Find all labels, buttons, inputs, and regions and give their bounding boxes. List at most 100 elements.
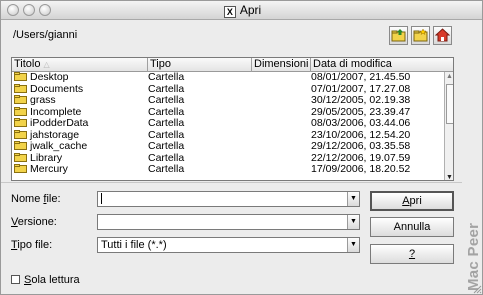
table-row[interactable]: grass Cartella 30/12/2005, 02.19.38 (12, 95, 444, 107)
home-icon (435, 28, 450, 42)
file-name-cell: jahstorage (14, 129, 146, 142)
file-type-cell: Cartella (148, 141, 185, 152)
resize-grip-icon[interactable] (471, 283, 482, 294)
open-button-mnemonic: A (402, 195, 410, 207)
readonly-label: ola lettura (31, 274, 80, 286)
chevron-down-icon[interactable]: ▼ (347, 238, 359, 252)
file-date-cell: 23/10/2006, 12.54.20 (311, 129, 411, 141)
table-row[interactable]: Incomplete Cartella 29/05/2005, 23.39.47 (12, 106, 444, 119)
filetype-label: Tipo file: (11, 239, 53, 251)
table-header: Titolo △ Tipo Dimensioni Data di modifica (12, 58, 453, 72)
file-name: grass (30, 95, 56, 106)
folder-icon (14, 152, 27, 162)
file-type-cell: Cartella (148, 152, 185, 164)
folder-icon (14, 164, 27, 173)
column-header-type[interactable]: Tipo (148, 58, 252, 72)
folder-icon (14, 118, 27, 127)
file-type-cell: Cartella (148, 95, 185, 106)
file-name: jahstorage (30, 129, 80, 141)
new-folder-button[interactable] (411, 26, 430, 45)
window-title: Apri (239, 3, 262, 17)
file-type-cell: Cartella (148, 118, 185, 129)
filename-label: Nome file: (11, 193, 61, 205)
scroll-thumb[interactable] (446, 84, 453, 124)
table-row[interactable]: jwalk_cache Cartella 29/12/2006, 03.35.5… (12, 141, 444, 153)
file-date-cell: 08/01/2007, 21.45.50 (311, 72, 411, 83)
file-name-cell: Mercury (14, 164, 146, 176)
file-name: Library (30, 152, 63, 164)
column-header-title[interactable]: Titolo △ (12, 58, 148, 72)
column-header-modified[interactable]: Data di modifica (311, 58, 444, 72)
cancel-button[interactable]: Annulla (370, 217, 454, 237)
version-select[interactable]: ▼ (97, 214, 360, 230)
file-type-cell: Cartella (148, 83, 185, 95)
scroll-up-icon[interactable]: ▲ (446, 73, 453, 80)
file-name-cell: Desktop (14, 72, 146, 84)
new-folder-icon (413, 28, 428, 42)
open-button[interactable]: Apri (370, 191, 454, 211)
vertical-scrollbar[interactable]: ▲ ▼ (444, 72, 453, 180)
folder-icon (14, 106, 27, 116)
column-header-title-label: Titolo (14, 58, 41, 70)
file-type-cell: Cartella (148, 72, 185, 83)
file-date-cell: 29/12/2006, 03.35.58 (311, 141, 411, 152)
help-button[interactable]: ? (370, 244, 454, 264)
text-caret (101, 193, 102, 204)
folder-icon (14, 95, 27, 104)
mac-peer-watermark: Mac Peer (465, 222, 482, 291)
folder-icon (14, 83, 27, 93)
x11-app-icon: X (223, 6, 236, 18)
file-date-cell: 07/01/2007, 17.27.08 (311, 83, 411, 95)
current-path: /Users/gianni (13, 29, 78, 41)
sort-ascending-icon: △ (43, 60, 50, 69)
title-bar[interactable]: X Apri (1, 1, 482, 20)
version-label: Versione: (11, 216, 57, 228)
help-button-label: ? (408, 248, 416, 260)
folder-up-button[interactable] (389, 26, 408, 45)
folder-icon (14, 141, 27, 150)
folder-icon (14, 129, 27, 139)
file-date-cell: 17/09/2006, 18.20.52 (311, 164, 411, 175)
table-row[interactable]: Library Cartella 22/12/2006, 19.07.59 (12, 152, 444, 165)
filetype-select[interactable]: Tutti i file (*.*) ▼ (97, 237, 360, 253)
file-name-cell: jwalk_cache (14, 141, 146, 153)
file-date-cell: 29/05/2005, 23.39.47 (311, 106, 411, 118)
file-type-cell: Cartella (148, 129, 185, 141)
file-name: iPodderData (30, 118, 89, 129)
file-name: jwalk_cache (30, 141, 88, 152)
column-header-size[interactable]: Dimensioni (252, 58, 311, 72)
home-button[interactable] (433, 26, 452, 45)
file-name-cell: Library (14, 152, 146, 165)
table-row[interactable]: Desktop Cartella 08/01/2007, 21.45.50 (12, 72, 444, 84)
file-date-cell: 22/12/2006, 19.07.59 (311, 152, 411, 164)
file-type-cell: Cartella (148, 164, 185, 175)
file-table: Titolo △ Tipo Dimensioni Data di modifica… (11, 57, 454, 181)
table-row[interactable]: Mercury Cartella 17/09/2006, 18.20.52 (12, 164, 444, 176)
divider (1, 182, 462, 183)
table-row[interactable]: iPodderData Cartella 08/03/2006, 03.44.0… (12, 118, 444, 130)
file-name: Incomplete (30, 106, 82, 118)
filename-input[interactable]: ▼ (97, 191, 360, 207)
file-name: Desktop (30, 72, 69, 83)
folder-icon (14, 72, 27, 81)
chevron-down-icon[interactable]: ▼ (347, 192, 359, 206)
file-name: Mercury (30, 164, 68, 175)
table-row[interactable]: jahstorage Cartella 23/10/2006, 12.54.20 (12, 129, 444, 142)
table-row[interactable]: Documents Cartella 07/01/2007, 17.27.08 (12, 83, 444, 96)
folder-up-icon (391, 29, 406, 42)
open-button-label: pri (409, 195, 422, 207)
filetype-value: Tutti i file (*.*) (101, 239, 167, 251)
file-name: Documents (30, 83, 84, 95)
window-title-group: X Apri (1, 3, 482, 18)
readonly-checkbox[interactable]: Sola lettura (11, 274, 80, 286)
file-type-cell: Cartella (148, 106, 185, 118)
file-date-cell: 08/03/2006, 03.44.06 (311, 118, 411, 129)
open-dialog-window: X Apri /Users/gianni Titolo △ Tipo Dimensi… (0, 0, 483, 295)
file-name-cell: Documents (14, 83, 146, 96)
checkbox-box[interactable] (11, 275, 20, 284)
file-name-cell: grass (14, 95, 146, 107)
chevron-down-icon[interactable]: ▼ (347, 215, 359, 229)
file-name-cell: Incomplete (14, 106, 146, 119)
file-date-cell: 30/12/2005, 02.19.38 (311, 95, 411, 106)
scroll-down-icon[interactable]: ▼ (446, 174, 453, 180)
